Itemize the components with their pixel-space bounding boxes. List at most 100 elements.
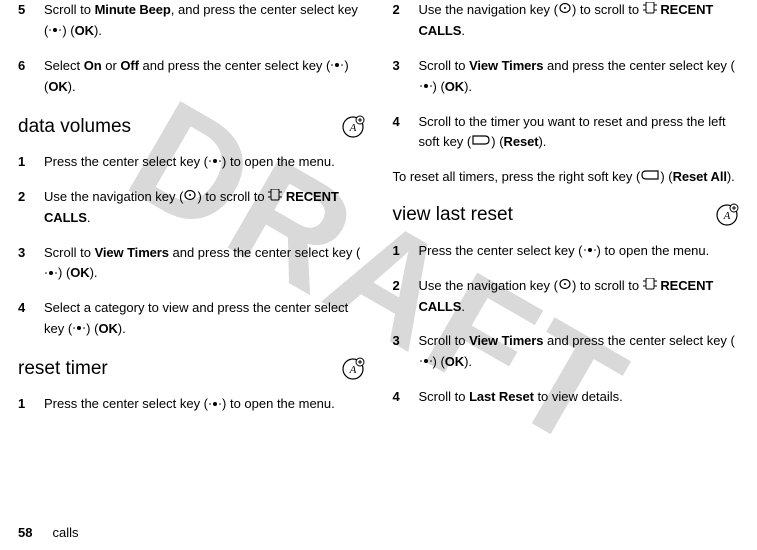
center-select-icon xyxy=(419,352,433,373)
t: ). xyxy=(68,79,76,94)
dv-step-1: 1 Press the center select key ( ) to open… xyxy=(18,152,365,173)
t: and press the center select key ( xyxy=(543,333,734,348)
t: ) to scroll to xyxy=(197,189,268,204)
step-number: 2 xyxy=(393,0,419,42)
page-footer: 58 calls xyxy=(18,523,78,544)
t: . xyxy=(87,210,91,225)
rt-step-4: 4 Scroll to the timer you want to reset … xyxy=(393,112,740,154)
t: To reset all timers, press the right sof… xyxy=(393,169,641,184)
t: Scroll to xyxy=(44,2,95,17)
step-text: Scroll to Minute Beep, and press the cen… xyxy=(44,0,365,42)
bold: Reset All xyxy=(673,169,727,184)
heading-view-last-reset: view last reset A xyxy=(393,200,740,230)
t: Press the center select key ( xyxy=(419,243,583,258)
t: ). xyxy=(464,354,472,369)
t: ). xyxy=(90,265,98,280)
dv-step-3: 3 Scroll to View Timers and press the ce… xyxy=(18,243,365,285)
center-select-icon xyxy=(208,395,222,416)
t: Scroll to xyxy=(419,333,470,348)
feature-badge-icon: A xyxy=(341,357,365,381)
step-text: Press the center select key () to open t… xyxy=(44,394,365,415)
bold: On xyxy=(84,58,102,73)
step-text: Scroll to View Timers and press the cent… xyxy=(44,243,365,285)
t: . xyxy=(461,299,465,314)
right-column: 2 Use the navigation key ( ) to scroll to… xyxy=(379,0,740,514)
step-text: Scroll to View Timers and press the cent… xyxy=(419,56,740,98)
t: ). xyxy=(94,23,102,38)
step-5: 5 Scroll to Minute Beep, and press the c… xyxy=(18,0,365,42)
t: ) to scroll to xyxy=(572,278,643,293)
t: Scroll to xyxy=(419,58,470,73)
t: ) to scroll to xyxy=(572,2,643,17)
t: and press the center select key ( xyxy=(169,245,360,260)
left-soft-key-icon xyxy=(471,132,491,153)
step-number: 1 xyxy=(18,152,44,173)
svg-text:A: A xyxy=(348,122,356,134)
heading-text: view last reset xyxy=(393,200,513,230)
step-number: 4 xyxy=(393,387,419,408)
bold: Off xyxy=(120,58,138,73)
recent-calls-icon xyxy=(268,187,282,208)
t: ) ( xyxy=(62,23,74,38)
bold: Minute Beep xyxy=(95,2,171,17)
rt-step-2: 2 Use the navigation key () to scroll to… xyxy=(393,0,740,42)
t: and press the center select key ( xyxy=(139,58,330,73)
bold: View Timers xyxy=(469,58,543,73)
vlr-step-4: 4 Scroll to Last Reset to view details. xyxy=(393,387,740,408)
t: Select xyxy=(44,58,84,73)
navigation-key-icon xyxy=(558,276,572,297)
navigation-key-icon xyxy=(558,0,572,21)
t: to view details. xyxy=(534,389,623,404)
step-number: 1 xyxy=(393,241,419,262)
step-number: 2 xyxy=(393,276,419,318)
t: Use the navigation key ( xyxy=(419,278,558,293)
t: ). xyxy=(118,321,126,336)
navigation-key-icon xyxy=(183,187,197,208)
t: ). xyxy=(538,134,546,149)
step-6: 6 Select On or Off and press the center … xyxy=(18,56,365,98)
vlr-step-3: 3 Scroll to View Timers and press the ce… xyxy=(393,331,740,373)
bold: OK xyxy=(48,79,67,94)
step-number: 4 xyxy=(393,112,419,154)
t: Scroll to xyxy=(44,245,95,260)
bold: View Timers xyxy=(469,333,543,348)
t: ) to open the menu. xyxy=(222,396,335,411)
step-text: Use the navigation key () to scroll to R… xyxy=(419,276,740,318)
t: ) ( xyxy=(433,79,445,94)
t: Scroll to the timer you want to reset an… xyxy=(419,114,726,150)
feature-badge-icon: A xyxy=(715,203,739,227)
left-column: 5 Scroll to Minute Beep, and press the c… xyxy=(18,0,379,514)
step-text: Scroll to Last Reset to view details. xyxy=(419,387,740,408)
vlr-step-1: 1 Press the center select key () to open… xyxy=(393,241,740,262)
feature-badge-icon: A xyxy=(341,115,365,139)
step-text: Press the center select key ( ) to open t… xyxy=(44,152,365,173)
center-select-icon xyxy=(330,56,344,77)
center-select-icon xyxy=(208,152,222,173)
bold: OK xyxy=(445,354,464,369)
bold: View Timers xyxy=(95,245,169,260)
center-select-icon xyxy=(583,241,597,262)
right-soft-key-icon xyxy=(640,167,660,188)
section-name: calls xyxy=(52,525,78,540)
t: ) ( xyxy=(86,321,98,336)
rt-step-1: 1 Press the center select key () to open… xyxy=(18,394,365,415)
page-number: 58 xyxy=(18,525,32,540)
heading-text: reset timer xyxy=(18,354,108,384)
recent-calls-icon xyxy=(643,0,657,21)
recent-calls-icon xyxy=(643,276,657,297)
dv-step-4: 4 Select a category to view and press th… xyxy=(18,298,365,340)
t: Press the center select key ( xyxy=(44,154,208,169)
t: ) ( xyxy=(660,169,672,184)
step-text: Use the navigation key () to scroll to R… xyxy=(44,187,365,229)
center-select-icon xyxy=(72,319,86,340)
t: ) ( xyxy=(491,134,503,149)
t: ) to open the menu. xyxy=(222,154,335,169)
rt-step-3: 3 Scroll to View Timers and press the ce… xyxy=(393,56,740,98)
center-select-icon xyxy=(419,77,433,98)
step-number: 3 xyxy=(393,331,419,373)
heading-data-volumes: data volumes A xyxy=(18,112,365,142)
step-number: 2 xyxy=(18,187,44,229)
t: ). xyxy=(464,79,472,94)
bold: OK xyxy=(70,265,89,280)
t: or xyxy=(102,58,121,73)
